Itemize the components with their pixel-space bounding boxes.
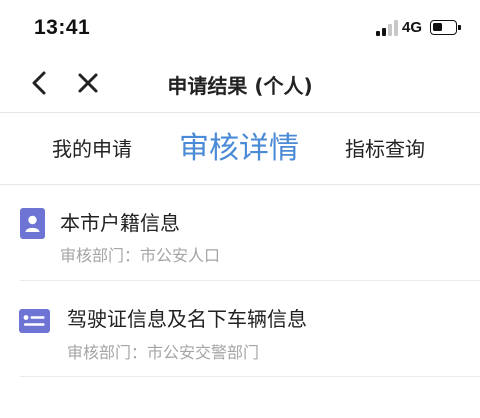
item-title: 驾驶证信息及名下车辆信息: [67, 307, 307, 331]
nav-bar: 申请结果 (个人): [0, 56, 480, 113]
item-department: 审核部门：市公安交警部门: [67, 343, 260, 362]
signal-icon: [376, 20, 398, 36]
page-title: 申请结果 (个人): [167, 74, 313, 98]
item-title: 本市户籍信息: [60, 211, 180, 235]
close-icon: [78, 73, 98, 93]
tab-indicator-query[interactable]: 指标查询: [345, 113, 425, 185]
list-item[interactable]: 驾驶证信息及名下车辆信息 审核部门：市公安交警部门: [0, 281, 480, 377]
item-department: 审核部门：市公安人口: [60, 246, 221, 265]
battery-icon: [430, 20, 457, 35]
list-item[interactable]: 本市户籍信息 审核部门：市公安人口: [0, 185, 480, 281]
license-card-icon: [19, 309, 50, 333]
tab-my-applications[interactable]: 我的申请: [52, 113, 132, 185]
tab-review-details[interactable]: 审核详情: [179, 113, 299, 185]
user-card-icon: [20, 208, 45, 239]
back-button[interactable]: [24, 68, 54, 98]
status-bar: 13:41 4G: [0, 0, 480, 56]
battery-cap: [458, 25, 461, 30]
network-type: 4G: [402, 19, 423, 36]
chevron-left-icon: [32, 71, 46, 95]
close-button[interactable]: [73, 68, 103, 98]
tab-bar: 我的申请 审核详情 指标查询: [0, 113, 480, 185]
divider: [20, 376, 480, 377]
status-time: 13:41: [34, 16, 91, 39]
